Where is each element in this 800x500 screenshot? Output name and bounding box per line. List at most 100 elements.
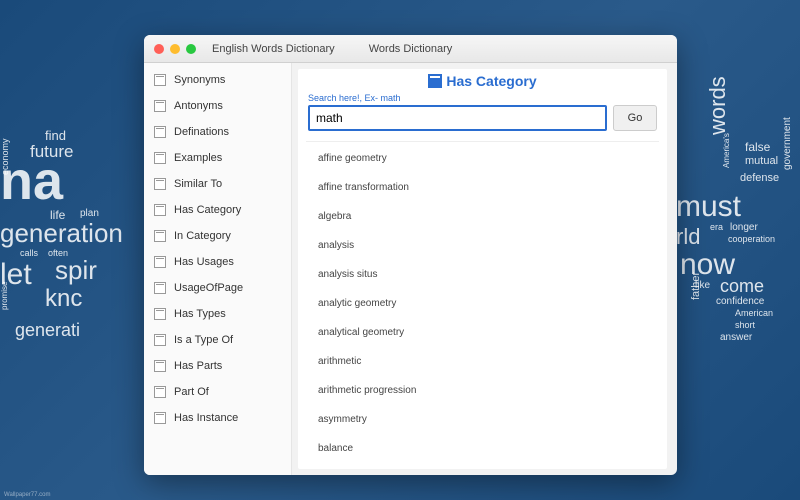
go-button[interactable]: Go: [613, 105, 657, 131]
grid-icon: [154, 74, 166, 86]
sidebar-item[interactable]: Has Instance: [144, 405, 291, 431]
search-row: Search here!, Ex- math Go: [298, 93, 667, 137]
grid-icon: [154, 152, 166, 164]
grid-icon: [154, 282, 166, 294]
sidebar-item-label: Has Usages: [174, 256, 234, 268]
grid-icon: [154, 360, 166, 372]
bg-word: rld: [676, 224, 700, 250]
grid-icon: [154, 308, 166, 320]
grid-icon: [154, 126, 166, 138]
result-item[interactable]: balance: [314, 434, 651, 463]
bg-word: knc: [45, 285, 82, 313]
sidebar-item-label: In Category: [174, 230, 231, 242]
bg-word: short: [735, 320, 755, 330]
app-title: English Words Dictionary: [212, 43, 335, 55]
bg-word: generati: [15, 320, 80, 341]
bg-word: find: [45, 128, 66, 143]
bg-word: now: [680, 248, 735, 282]
bg-word: America's: [722, 133, 731, 168]
app-window: English Words Dictionary Words Dictionar…: [144, 35, 677, 475]
results-list[interactable]: affine geometryaffine transformationalge…: [306, 141, 659, 469]
bg-word: spir: [55, 255, 97, 286]
bg-word: future: [30, 142, 73, 162]
result-item[interactable]: analytical geometry: [314, 318, 651, 347]
minimize-button[interactable]: [170, 44, 180, 54]
bg-word: era: [710, 222, 723, 232]
grid-icon: [154, 386, 166, 398]
bg-word: come: [720, 276, 764, 297]
bg-word: false: [745, 140, 770, 154]
grid-icon: [154, 256, 166, 268]
fullscreen-button[interactable]: [186, 44, 196, 54]
bg-word: economy: [0, 138, 10, 175]
wallpaper-credit: Wallpaper77.com: [4, 492, 50, 498]
result-item[interactable]: analytic geometry: [314, 289, 651, 318]
sidebar-item-label: Has Category: [174, 204, 241, 216]
sidebar-item[interactable]: Examples: [144, 145, 291, 171]
result-item[interactable]: affine transformation: [314, 173, 651, 202]
bg-word: defense: [740, 172, 779, 184]
sidebar-item[interactable]: Is a Type Of: [144, 327, 291, 353]
bg-word: plan: [80, 208, 99, 219]
main-panel: Has Category Search here!, Ex- math Go a…: [298, 69, 667, 469]
bg-word: cooperation: [728, 234, 775, 244]
bg-word: calls: [20, 248, 38, 258]
window-subtitle: Words Dictionary: [369, 43, 453, 55]
result-item[interactable]: arithmetic: [314, 347, 651, 376]
bg-word: life: [50, 208, 65, 222]
bg-word: answer: [720, 332, 752, 343]
sidebar-item-label: Similar To: [174, 178, 222, 190]
sidebar-item-label: Definations: [174, 126, 229, 138]
bg-word: let: [0, 258, 32, 292]
panel-header: Has Category: [298, 69, 667, 93]
book-icon: [428, 74, 442, 88]
sidebar-item-label: Has Types: [174, 308, 226, 320]
bg-word: like: [695, 280, 710, 291]
result-item[interactable]: analysis situs: [314, 260, 651, 289]
sidebar-item-label: Has Parts: [174, 360, 222, 372]
bg-word: father: [690, 272, 702, 300]
sidebar-item[interactable]: Has Category: [144, 197, 291, 223]
sidebar-item-label: Part Of: [174, 386, 209, 398]
bg-word: mutual: [745, 155, 778, 167]
bg-word: promise: [0, 282, 9, 310]
sidebar-item[interactable]: Part Of: [144, 379, 291, 405]
result-item[interactable]: analysis: [314, 231, 651, 260]
window-body: Synonyms Antonyms Definations Examples Simil…: [144, 63, 677, 475]
result-item[interactable]: arithmetic progression: [314, 376, 651, 405]
close-button[interactable]: [154, 44, 164, 54]
result-item[interactable]: asymmetry: [314, 405, 651, 434]
grid-icon: [154, 230, 166, 242]
search-hint-label: Search here!, Ex- math: [308, 93, 657, 103]
bg-word: longer: [730, 222, 758, 233]
bg-word: confidence: [716, 296, 764, 307]
bg-word: generation: [0, 218, 123, 249]
grid-icon: [154, 100, 166, 112]
bg-word: American: [735, 308, 773, 318]
grid-icon: [154, 178, 166, 190]
sidebar-item[interactable]: Definations: [144, 119, 291, 145]
sidebar-item-label: Synonyms: [174, 74, 225, 86]
sidebar-item[interactable]: Has Types: [144, 301, 291, 327]
grid-icon: [154, 412, 166, 424]
sidebar-item[interactable]: In Category: [144, 223, 291, 249]
result-item[interactable]: affine geometry: [314, 144, 651, 173]
panel-title: Has Category: [428, 73, 536, 89]
grid-icon: [154, 334, 166, 346]
sidebar-item[interactable]: Antonyms: [144, 93, 291, 119]
bg-word: often: [48, 248, 68, 258]
result-item[interactable]: algebra: [314, 202, 651, 231]
sidebar-item-label: Is a Type Of: [174, 334, 233, 346]
grid-icon: [154, 204, 166, 216]
sidebar-item[interactable]: Has Usages: [144, 249, 291, 275]
sidebar-item[interactable]: Has Parts: [144, 353, 291, 379]
sidebar-item-label: UsageOfPage: [174, 282, 243, 294]
bg-word: na: [0, 150, 63, 212]
bg-word: must: [676, 190, 741, 224]
titlebar: English Words Dictionary Words Dictionar…: [144, 35, 677, 63]
sidebar-item[interactable]: Similar To: [144, 171, 291, 197]
sidebar-item[interactable]: UsageOfPage: [144, 275, 291, 301]
search-input[interactable]: [308, 105, 607, 131]
search-wrap: Go: [308, 105, 657, 131]
sidebar-item[interactable]: Synonyms: [144, 67, 291, 93]
